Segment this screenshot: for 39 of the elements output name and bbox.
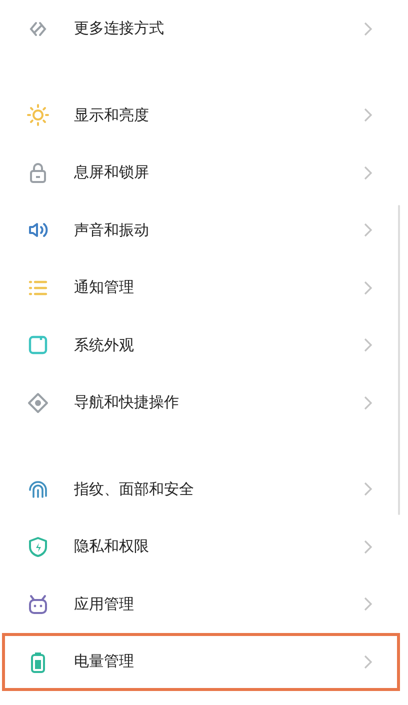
settings-row[interactable]: 导航和快捷操作	[2, 374, 400, 432]
settings-row[interactable]: 指纹、面部和安全	[2, 460, 400, 518]
row-label: 息屏和锁屏	[74, 163, 150, 182]
chevron-icon	[363, 223, 373, 238]
chevron-icon	[363, 654, 373, 669]
chevron-icon	[363, 108, 373, 122]
row-label: 声音和振动	[74, 220, 150, 240]
row-label: 应用管理	[74, 594, 135, 614]
sun-icon	[27, 104, 49, 126]
settings-row[interactable]: 显示和亮度	[2, 86, 400, 144]
chevron-icon	[363, 482, 373, 496]
shield-icon	[27, 536, 49, 558]
row-label: 系统外观	[74, 336, 135, 355]
chevron-icon	[363, 396, 373, 410]
settings-row[interactable]: 系统外观	[2, 316, 400, 374]
row-label: 导航和快捷操作	[74, 393, 180, 412]
target-icon	[27, 392, 49, 414]
settings-row[interactable]: 更多连接方式	[2, 0, 400, 58]
settings-row[interactable]: 息屏和锁屏	[2, 144, 400, 202]
robot-icon	[27, 593, 49, 616]
lock-icon	[27, 162, 49, 184]
settings-row[interactable]: 声音和振动	[2, 202, 400, 259]
row-label: 电量管理	[74, 652, 135, 672]
fingerprint-icon	[27, 478, 49, 500]
chevron-icon	[363, 597, 373, 612]
row-label: 隐私和权限	[74, 537, 150, 556]
chevron-icon	[363, 166, 373, 180]
chevron-icon	[363, 22, 373, 36]
settings-row[interactable]: 隐私和权限	[2, 518, 400, 576]
settings-row[interactable]: 应用管理	[2, 576, 400, 633]
row-label: 显示和亮度	[74, 106, 150, 125]
row-label: 指纹、面部和安全	[74, 480, 195, 499]
row-label: 更多连接方式	[74, 19, 165, 38]
chevron-icon	[363, 280, 373, 295]
highlighted-settings-row[interactable]: 电量管理	[2, 633, 400, 690]
settings-row[interactable]: 通知管理	[2, 259, 400, 316]
chevron-icon	[363, 540, 373, 554]
chevron-icon	[363, 338, 373, 352]
row-label: 通知管理	[74, 278, 135, 298]
